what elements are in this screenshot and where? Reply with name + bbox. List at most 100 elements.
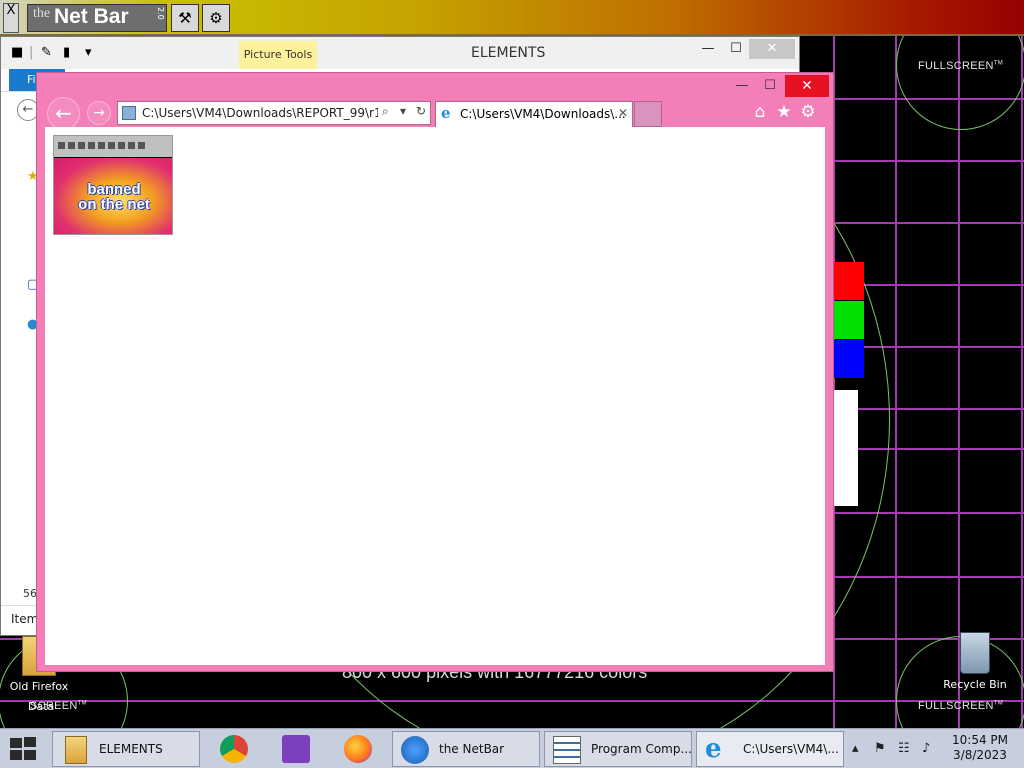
new-tab-button[interactable] [634, 101, 662, 127]
image-caption: banned on the net [54, 181, 172, 213]
chevron-down-icon[interactable]: ▾ [400, 104, 406, 118]
window-title: ELEMENTS [471, 45, 546, 61]
red-swatch [834, 262, 864, 300]
taskbar-pin-firefox[interactable] [332, 731, 384, 767]
browser-content: banned on the net [45, 127, 825, 665]
netbar-close-button[interactable]: X [3, 3, 19, 33]
logo-version: 2.0 [156, 7, 165, 20]
fullscreen-label: FULLSCREENTM [918, 700, 1004, 712]
taskbar-button-label: the NetBar [439, 742, 505, 756]
navigation-pane: ★ ▢ ● [1, 133, 39, 613]
chrome-icon [220, 735, 248, 763]
logo-prefix: the [33, 6, 51, 21]
close-button[interactable]: ✕ [749, 39, 795, 59]
customize-quick-access-icon[interactable]: ▾ [85, 45, 92, 60]
minimize-icon: — [735, 78, 749, 93]
separator: | [29, 45, 34, 60]
start-button[interactable] [8, 737, 38, 761]
gear-icon: ⚙ [800, 102, 816, 122]
favorites-button[interactable]: ★ [773, 101, 795, 123]
taskbar-button-label: C:\Users\VM4\... [743, 742, 839, 756]
close-icon: ✕ [801, 78, 813, 94]
netbar-tools-button[interactable]: ⚙ [202, 4, 230, 32]
refresh-icon[interactable]: ↻ [416, 104, 426, 118]
tools-button[interactable]: ⚙ [797, 101, 819, 123]
address-text: C:\Users\VM4\Downloads\REPORT_99\r1997 [142, 106, 378, 120]
explorer-titlebar[interactable]: ■ | ✎ ▮ ▾ Picture Tools ELEMENTS — ☐ ✕ [1, 37, 799, 69]
netbar-logo: the Net Bar 2.0 [27, 4, 167, 32]
internet-explorer-icon: e [441, 104, 451, 122]
network-icon[interactable]: ☷ [898, 741, 910, 756]
image-caption-line: banned [87, 181, 141, 198]
new-folder-icon[interactable]: ▮ [63, 45, 70, 60]
forward-button[interactable]: → [87, 101, 111, 125]
taskbar-button-label: ELEMENTS [99, 742, 163, 756]
clock[interactable]: 10:54 PM 3/8/2023 [940, 733, 1020, 763]
desktop-icon-label: Recycle Bin [943, 678, 1007, 691]
minimize-button[interactable]: — [693, 39, 723, 59]
visual-studio-icon [282, 735, 310, 763]
minimize-icon: — [701, 41, 715, 56]
maximize-button[interactable]: ☐ [757, 75, 783, 97]
item-count: 56 [23, 587, 37, 600]
tools-icon: ⚙ [209, 9, 223, 27]
taskbar-button-netbar[interactable]: the NetBar [392, 731, 540, 767]
logo-name: Net Bar [53, 5, 129, 28]
taskbar-button-program-compatibility[interactable]: Program Comp... [544, 731, 692, 767]
connect-icon: ⚒ [178, 9, 192, 27]
desktop-icon-label: Data [28, 700, 55, 713]
list-icon [553, 736, 581, 764]
properties-icon[interactable]: ✎ [41, 45, 52, 60]
blue-swatch [834, 340, 864, 378]
netbar-toolbar: X the Net Bar 2.0 ⚒ ⚙ [0, 0, 1024, 36]
desktop-icon-data[interactable]: Data [28, 700, 54, 713]
browser-tab[interactable]: e C:\Users\VM4\Downloads\... ✕ [435, 101, 633, 127]
volume-icon[interactable]: ♪ [922, 741, 930, 756]
action-center-flag-icon[interactable]: ⚑ [874, 741, 886, 756]
image-caption-line: on the net [78, 196, 150, 213]
green-swatch [834, 301, 864, 339]
maximize-button[interactable]: ☐ [721, 39, 751, 59]
status-text: Item [11, 612, 39, 626]
grid-line [1021, 0, 1023, 768]
picture-tools-tab[interactable]: Picture Tools [239, 41, 317, 69]
tab-title: C:\Users\VM4\Downloads\... [460, 107, 626, 121]
show-hidden-icons-chevron-icon[interactable]: ▴ [852, 741, 859, 756]
recycle-bin-icon [960, 632, 990, 674]
page-favicon-icon [122, 106, 136, 120]
browser-window: — ☐ ✕ ← → C:\Users\VM4\Downloads\REPORT_… [36, 72, 834, 672]
taskbar-button-label: Program Comp... [591, 742, 692, 756]
folder-icon[interactable]: ■ [11, 45, 23, 60]
back-button[interactable]: ← [47, 97, 80, 130]
taskbar-pin-chrome[interactable] [208, 731, 260, 767]
desktop-icon-recycle-bin[interactable]: Recycle Bin [940, 632, 1010, 691]
white-swatch [834, 390, 858, 506]
home-icon: ⌂ [754, 102, 766, 122]
home-button[interactable]: ⌂ [749, 101, 771, 123]
page-image[interactable]: banned on the net [53, 135, 173, 235]
address-bar[interactable]: C:\Users\VM4\Downloads\REPORT_99\r1997 ⌕… [117, 101, 431, 125]
desktop-icon-label: Old Firefox [9, 680, 69, 693]
taskbar-button-explorer[interactable]: ELEMENTS [52, 731, 200, 767]
star-icon: ★ [776, 102, 792, 122]
image-toolbar-strip [54, 136, 172, 158]
back-arrow-icon: ← [22, 102, 34, 117]
search-icon[interactable]: ⌕ [382, 104, 389, 119]
clock-date: 3/8/2023 [953, 748, 1007, 762]
system-tray: ▴ ⚑ ☷ ♪ 10:54 PM 3/8/2023 [850, 729, 1024, 768]
internet-explorer-icon: e [705, 734, 722, 764]
close-icon: X [6, 3, 16, 18]
minimize-button[interactable]: — [729, 75, 755, 97]
close-button[interactable]: ✕ [785, 75, 829, 97]
tab-close-icon[interactable]: ✕ [618, 106, 628, 120]
fullscreen-label: FULLSCREENTM [918, 60, 1004, 72]
netbar-connect-button[interactable]: ⚒ [171, 4, 199, 32]
close-icon: ✕ [766, 41, 778, 56]
maximize-icon: ☐ [764, 78, 776, 93]
taskbar-pin-visual-studio[interactable] [270, 731, 322, 767]
firefox-icon [344, 735, 372, 763]
globe-icon [401, 736, 429, 764]
grid-line [895, 0, 897, 768]
taskbar-button-internet-explorer[interactable]: e C:\Users\VM4\... [696, 731, 844, 767]
forward-arrow-icon: → [93, 105, 105, 121]
